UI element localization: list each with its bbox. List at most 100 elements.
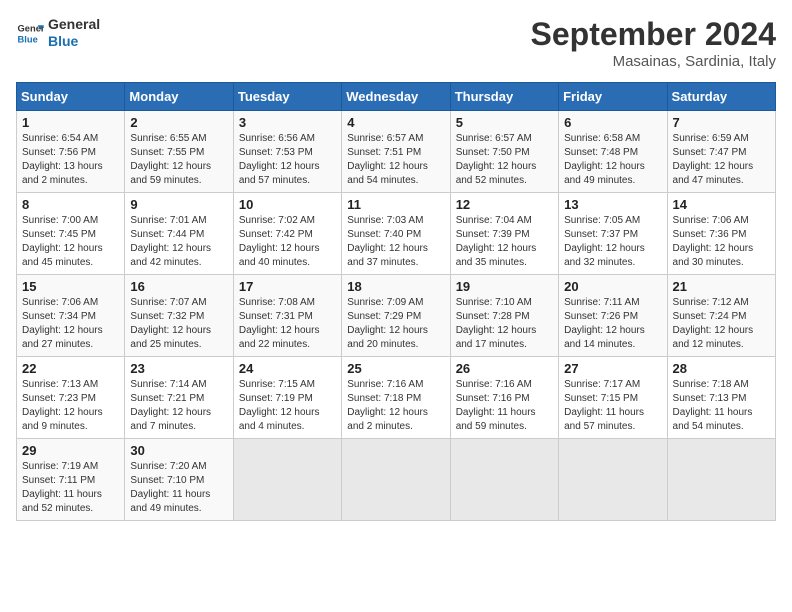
day-info: Sunrise: 7:00 AM Sunset: 7:45 PM Dayligh… (22, 214, 119, 270)
calendar-cell: 5 Sunrise: 6:57 AM Sunset: 7:50 PM Daylig… (450, 111, 558, 193)
day-number: 22 (22, 361, 119, 376)
logo-line1: General (48, 16, 100, 33)
day-info: Sunrise: 7:05 AM Sunset: 7:37 PM Dayligh… (564, 214, 661, 270)
day-info: Sunrise: 7:03 AM Sunset: 7:40 PM Dayligh… (347, 214, 444, 270)
calendar-cell: 3 Sunrise: 6:56 AM Sunset: 7:53 PM Daylig… (233, 111, 341, 193)
calendar-cell: 25Sunrise: 7:16 AM Sunset: 7:18 PM Dayli… (342, 357, 450, 439)
day-info: Sunrise: 6:59 AM Sunset: 7:47 PM Dayligh… (673, 132, 770, 188)
day-number: 2 (130, 115, 227, 130)
day-number: 11 (347, 197, 444, 212)
day-number: 20 (564, 279, 661, 294)
logo-line2: Blue (48, 33, 100, 50)
day-info: Sunrise: 7:04 AM Sunset: 7:39 PM Dayligh… (456, 214, 553, 270)
day-info: Sunrise: 7:17 AM Sunset: 7:15 PM Dayligh… (564, 378, 661, 434)
calendar-cell: 15 Sunrise: 7:06 AM Sunset: 7:34 PM Dayli… (17, 275, 125, 357)
day-info: Sunrise: 7:18 AM Sunset: 7:13 PM Dayligh… (673, 378, 770, 434)
day-number: 29 (22, 443, 119, 458)
day-number: 21 (673, 279, 770, 294)
calendar-cell: 17 Sunrise: 7:08 AM Sunset: 7:31 PM Dayli… (233, 275, 341, 357)
day-number: 10 (239, 197, 336, 212)
day-number: 9 (130, 197, 227, 212)
day-number: 25 (347, 361, 444, 376)
month-title: September 2024 (531, 16, 776, 53)
calendar-cell: 16 Sunrise: 7:07 AM Sunset: 7:32 PM Dayli… (125, 275, 233, 357)
calendar-cell: 14 Sunrise: 7:06 AM Sunset: 7:36 PM Dayli… (667, 193, 775, 275)
svg-text:Blue: Blue (18, 34, 38, 44)
day-info: Sunrise: 7:08 AM Sunset: 7:31 PM Dayligh… (239, 296, 336, 352)
day-number: 14 (673, 197, 770, 212)
calendar-cell: 7 Sunrise: 6:59 AM Sunset: 7:47 PM Daylig… (667, 111, 775, 193)
day-number: 28 (673, 361, 770, 376)
day-number: 24 (239, 361, 336, 376)
col-header-tuesday: Tuesday (233, 83, 341, 111)
calendar-cell: 29 Sunrise: 7:19 AM Sunset: 7:11 PM Dayli… (17, 439, 125, 521)
calendar-cell: 10 Sunrise: 7:02 AM Sunset: 7:42 PM Dayli… (233, 193, 341, 275)
calendar-cell (667, 439, 775, 521)
day-number: 5 (456, 115, 553, 130)
day-info: Sunrise: 7:12 AM Sunset: 7:24 PM Dayligh… (673, 296, 770, 352)
calendar-cell: 27Sunrise: 7:17 AM Sunset: 7:15 PM Dayli… (559, 357, 667, 439)
day-info: Sunrise: 6:58 AM Sunset: 7:48 PM Dayligh… (564, 132, 661, 188)
logo-icon: General Blue (16, 19, 44, 47)
day-info: Sunrise: 7:09 AM Sunset: 7:29 PM Dayligh… (347, 296, 444, 352)
calendar-cell: 28 Sunrise: 7:18 AM Sunset: 7:13 PM Dayli… (667, 357, 775, 439)
day-number: 7 (673, 115, 770, 130)
calendar-cell: 13 Sunrise: 7:05 AM Sunset: 7:37 PM Dayli… (559, 193, 667, 275)
day-info: Sunrise: 7:06 AM Sunset: 7:34 PM Dayligh… (22, 296, 119, 352)
header: General Blue General Blue September 2024… (16, 16, 776, 70)
col-header-friday: Friday (559, 83, 667, 111)
day-info: Sunrise: 6:56 AM Sunset: 7:53 PM Dayligh… (239, 132, 336, 188)
day-number: 1 (22, 115, 119, 130)
day-number: 6 (564, 115, 661, 130)
day-info: Sunrise: 7:02 AM Sunset: 7:42 PM Dayligh… (239, 214, 336, 270)
day-info: Sunrise: 7:01 AM Sunset: 7:44 PM Dayligh… (130, 214, 227, 270)
day-info: Sunrise: 6:57 AM Sunset: 7:51 PM Dayligh… (347, 132, 444, 188)
day-number: 19 (456, 279, 553, 294)
calendar-cell: 1Sunrise: 6:54 AM Sunset: 7:56 PM Daylig… (17, 111, 125, 193)
calendar-cell: 26 Sunrise: 7:16 AM Sunset: 7:16 PM Dayli… (450, 357, 558, 439)
day-number: 30 (130, 443, 227, 458)
day-info: Sunrise: 7:15 AM Sunset: 7:19 PM Dayligh… (239, 378, 336, 434)
day-info: Sunrise: 7:13 AM Sunset: 7:23 PM Dayligh… (22, 378, 119, 434)
calendar-cell: 2 Sunrise: 6:55 AM Sunset: 7:55 PM Daylig… (125, 111, 233, 193)
col-header-wednesday: Wednesday (342, 83, 450, 111)
day-info: Sunrise: 7:14 AM Sunset: 7:21 PM Dayligh… (130, 378, 227, 434)
logo: General Blue General Blue (16, 16, 100, 50)
day-info: Sunrise: 7:20 AM Sunset: 7:10 PM Dayligh… (130, 460, 227, 516)
day-info: Sunrise: 7:07 AM Sunset: 7:32 PM Dayligh… (130, 296, 227, 352)
day-info: Sunrise: 7:06 AM Sunset: 7:36 PM Dayligh… (673, 214, 770, 270)
day-number: 26 (456, 361, 553, 376)
day-number: 13 (564, 197, 661, 212)
calendar-table: SundayMondayTuesdayWednesdayThursdayFrid… (16, 82, 776, 521)
day-info: Sunrise: 7:16 AM Sunset: 7:16 PM Dayligh… (456, 378, 553, 434)
day-number: 18 (347, 279, 444, 294)
col-header-saturday: Saturday (667, 83, 775, 111)
day-number: 3 (239, 115, 336, 130)
day-info: Sunrise: 7:10 AM Sunset: 7:28 PM Dayligh… (456, 296, 553, 352)
calendar-cell: 30 Sunrise: 7:20 AM Sunset: 7:10 PM Dayli… (125, 439, 233, 521)
calendar-cell: 20Sunrise: 7:11 AM Sunset: 7:26 PM Dayli… (559, 275, 667, 357)
day-info: Sunrise: 6:55 AM Sunset: 7:55 PM Dayligh… (130, 132, 227, 188)
calendar-cell (233, 439, 341, 521)
day-info: Sunrise: 7:19 AM Sunset: 7:11 PM Dayligh… (22, 460, 119, 516)
day-number: 16 (130, 279, 227, 294)
calendar-cell: 4 Sunrise: 6:57 AM Sunset: 7:51 PM Daylig… (342, 111, 450, 193)
day-number: 15 (22, 279, 119, 294)
calendar-cell: 11 Sunrise: 7:03 AM Sunset: 7:40 PM Dayli… (342, 193, 450, 275)
calendar-cell: 9 Sunrise: 7:01 AM Sunset: 7:44 PM Daylig… (125, 193, 233, 275)
day-number: 17 (239, 279, 336, 294)
col-header-sunday: Sunday (17, 83, 125, 111)
day-number: 23 (130, 361, 227, 376)
calendar-cell: 19 Sunrise: 7:10 AM Sunset: 7:28 PM Dayli… (450, 275, 558, 357)
calendar-cell: 18 Sunrise: 7:09 AM Sunset: 7:29 PM Dayli… (342, 275, 450, 357)
calendar-cell: 23 Sunrise: 7:14 AM Sunset: 7:21 PM Dayli… (125, 357, 233, 439)
calendar-cell (342, 439, 450, 521)
day-number: 4 (347, 115, 444, 130)
calendar-cell: 6 Sunrise: 6:58 AM Sunset: 7:48 PM Daylig… (559, 111, 667, 193)
calendar-cell: 12Sunrise: 7:04 AM Sunset: 7:39 PM Dayli… (450, 193, 558, 275)
calendar-cell: 22 Sunrise: 7:13 AM Sunset: 7:23 PM Dayli… (17, 357, 125, 439)
title-block: September 2024 Masainas, Sardinia, Italy (531, 16, 776, 70)
calendar-cell: 21 Sunrise: 7:12 AM Sunset: 7:24 PM Dayli… (667, 275, 775, 357)
calendar-cell: 8Sunrise: 7:00 AM Sunset: 7:45 PM Daylig… (17, 193, 125, 275)
day-info: Sunrise: 6:57 AM Sunset: 7:50 PM Dayligh… (456, 132, 553, 188)
